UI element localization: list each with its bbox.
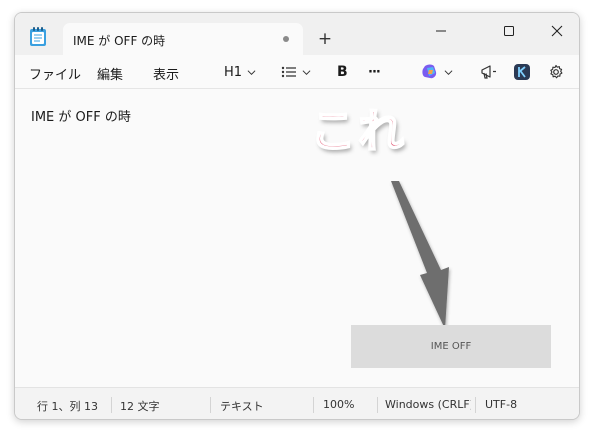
ime-off-indicator: IME OFF — [351, 325, 551, 368]
status-line-ending[interactable]: Windows (CRLF) — [385, 398, 471, 411]
settings-button[interactable] — [548, 62, 564, 82]
feedback-button[interactable] — [480, 62, 497, 82]
chevron-down-icon — [247, 69, 256, 75]
menu-file[interactable]: ファイル — [29, 64, 81, 83]
maximize-button[interactable] — [489, 17, 529, 45]
copilot-icon — [422, 64, 437, 79]
chevron-down-icon — [302, 69, 311, 75]
close-button[interactable] — [537, 17, 577, 45]
pointer-arrow-icon — [391, 181, 449, 329]
bold-button[interactable]: B — [337, 62, 348, 82]
maximize-icon — [504, 26, 514, 36]
toolbar: ファイル 編集 表示 H1 B ··· — [15, 55, 579, 89]
tab-title: IME が OFF の時 — [73, 34, 166, 48]
title-bar[interactable]: IME が OFF の時 + — [15, 13, 579, 55]
document-tab[interactable]: IME が OFF の時 — [63, 23, 303, 55]
menu-view[interactable]: 表示 — [153, 64, 179, 83]
account-button[interactable] — [513, 62, 531, 82]
status-char-count: 12 文字 — [120, 400, 160, 413]
unsaved-dot-icon[interactable] — [283, 36, 289, 42]
minimize-button[interactable] — [421, 17, 461, 45]
heading-dropdown[interactable]: H1 — [224, 62, 256, 82]
status-divider — [475, 397, 476, 413]
heading-label: H1 — [224, 64, 243, 80]
megaphone-icon — [481, 65, 496, 79]
gear-icon — [550, 64, 563, 79]
status-divider — [313, 397, 314, 413]
new-tab-button[interactable]: + — [315, 29, 335, 49]
text-editor-area[interactable]: IME が OFF の時 これ IME OFF — [15, 89, 579, 387]
menu-edit[interactable]: 編集 — [97, 64, 123, 83]
status-divider — [111, 397, 112, 413]
list-dropdown[interactable] — [281, 62, 311, 82]
close-icon — [551, 25, 563, 37]
status-encoding[interactable]: UTF-8 — [485, 398, 565, 411]
more-options-button[interactable]: ··· — [368, 62, 381, 82]
status-format[interactable]: テキスト — [220, 398, 310, 414]
status-bar: 行 1、列 13 12 文字 テキスト 100% Windows (CRLF) … — [15, 387, 579, 419]
notepad-window: IME が OFF の時 + ファイル 編集 表示 H1 B ··· IME が… — [14, 12, 580, 420]
bullet-list-icon — [281, 66, 296, 78]
status-divider — [377, 397, 378, 413]
copilot-dropdown[interactable] — [421, 62, 453, 82]
status-zoom[interactable]: 100% — [323, 398, 378, 411]
callout-annotation: これ — [309, 103, 406, 159]
chevron-down-icon — [444, 69, 453, 75]
minimize-icon — [436, 30, 446, 32]
notepad-app-icon — [30, 27, 46, 46]
status-cursor-position: 行 1、列 13 — [37, 400, 98, 413]
status-divider — [210, 397, 211, 413]
k-logo-icon — [514, 64, 530, 80]
document-text[interactable]: IME が OFF の時 — [31, 106, 131, 125]
